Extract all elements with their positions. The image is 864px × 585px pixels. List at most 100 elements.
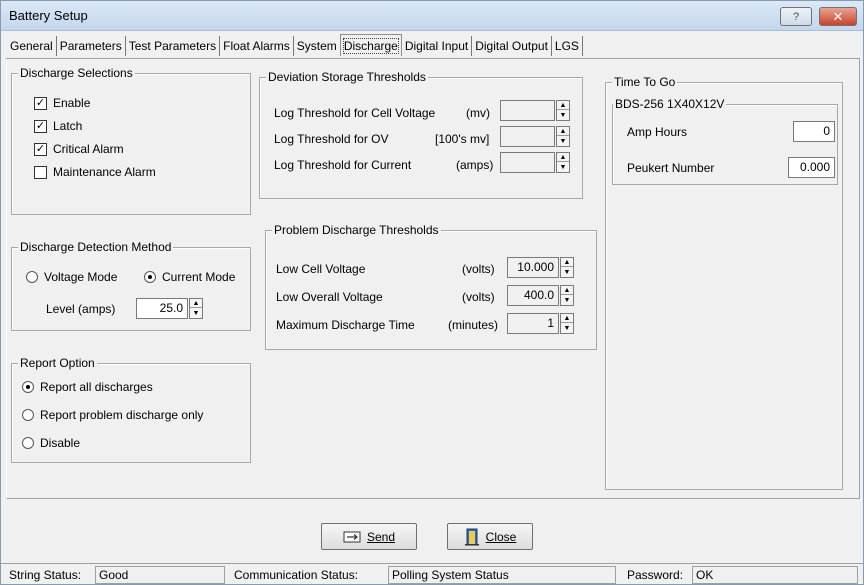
current-mode-radio-circle xyxy=(144,271,156,283)
critical-alarm-checkbox[interactable]: ✓ Critical Alarm xyxy=(34,142,124,156)
string-status-value: Good xyxy=(95,566,225,584)
spin-down-icon[interactable]: ▼ xyxy=(557,163,569,172)
status-bar: String Status: Good Communication Status… xyxy=(1,563,863,584)
ov-threshold-spinner[interactable]: ▲ ▼ xyxy=(556,126,570,147)
string-status-label: String Status: xyxy=(9,568,82,582)
report-option-group: Report Option Report all discharges Repo… xyxy=(11,356,251,463)
ov-threshold-input[interactable] xyxy=(500,126,555,147)
spin-down-icon[interactable]: ▼ xyxy=(190,309,202,318)
help-button[interactable]: ? xyxy=(780,7,812,26)
tab-digital-input[interactable]: Digital Input xyxy=(402,36,473,56)
current-threshold-label: Log Threshold for Current xyxy=(274,158,412,172)
spin-down-icon[interactable]: ▼ xyxy=(557,137,569,146)
deviation-thresholds-group: Deviation Storage Thresholds Log Thresho… xyxy=(259,70,583,199)
window-title: Battery Setup xyxy=(9,8,88,23)
title-bar: Battery Setup ? ✕ xyxy=(1,1,863,31)
communication-status-value: Polling System Status xyxy=(388,566,616,584)
spin-down-icon[interactable]: ▼ xyxy=(561,324,573,333)
current-threshold-input[interactable] xyxy=(500,152,555,173)
voltage-mode-radio[interactable]: Voltage Mode xyxy=(26,270,117,284)
low-overall-voltage-label: Low Overall Voltage xyxy=(276,290,383,304)
low-cell-voltage-label: Low Cell Voltage xyxy=(276,262,366,276)
tab-lgs[interactable]: LGS xyxy=(552,36,583,56)
tab-digital-output[interactable]: Digital Output xyxy=(472,36,552,56)
maintenance-alarm-checkbox[interactable]: Maintenance Alarm xyxy=(34,165,156,179)
cell-voltage-threshold-unit: (mv) xyxy=(466,106,490,120)
low-cell-voltage-input[interactable]: 10.000 xyxy=(507,257,559,278)
critical-alarm-check-mark: ✓ xyxy=(34,142,47,156)
tab-test-parameters[interactable]: Test Parameters xyxy=(126,36,221,56)
detection-method-group: Discharge Detection Method Voltage Mode … xyxy=(11,240,251,331)
tab-general[interactable]: General xyxy=(7,36,57,56)
enable-label: Enable xyxy=(53,96,91,110)
spin-up-icon[interactable]: ▲ xyxy=(561,258,573,267)
spin-up-icon[interactable]: ▲ xyxy=(557,101,569,110)
tab-float-alarms[interactable]: Float Alarms xyxy=(220,36,294,56)
spin-up-icon[interactable]: ▲ xyxy=(190,299,202,308)
report-all-radio[interactable]: Report all discharges xyxy=(22,380,153,394)
report-problem-only-radio-circle xyxy=(22,409,34,421)
voltage-mode-radio-circle xyxy=(26,271,38,283)
spin-up-icon[interactable]: ▲ xyxy=(557,127,569,136)
report-option-title: Report Option xyxy=(18,356,97,370)
tab-discharge[interactable]: Discharge xyxy=(339,34,402,56)
level-spinner[interactable]: ▲ ▼ xyxy=(189,298,203,319)
battery-string-title: BDS-256 1X40X12V xyxy=(613,97,727,111)
spin-down-icon[interactable]: ▼ xyxy=(561,296,573,305)
spin-down-icon[interactable]: ▼ xyxy=(561,268,573,277)
discharge-selections-group: Discharge Selections ✓ Enable ✓ Latch ✓ … xyxy=(11,66,251,215)
spin-up-icon[interactable]: ▲ xyxy=(561,286,573,295)
low-overall-voltage-input[interactable]: 400.0 xyxy=(507,285,559,306)
latch-check-mark: ✓ xyxy=(34,119,47,133)
low-cell-voltage-unit: (volts) xyxy=(462,262,495,276)
send-icon xyxy=(343,531,361,542)
current-mode-label: Current Mode xyxy=(162,270,236,284)
report-all-label: Report all discharges xyxy=(40,380,153,394)
enable-checkbox[interactable]: ✓ Enable xyxy=(34,96,90,110)
discharge-selections-title: Discharge Selections xyxy=(18,66,135,80)
latch-label: Latch xyxy=(53,119,83,133)
communication-status-label: Communication Status: xyxy=(234,568,359,582)
tab-parameters[interactable]: Parameters xyxy=(57,36,126,56)
low-overall-voltage-spinner[interactable]: ▲ ▼ xyxy=(560,285,574,306)
problem-thresholds-group: Problem Discharge Thresholds Low Cell Vo… xyxy=(265,223,597,350)
spin-down-icon[interactable]: ▼ xyxy=(557,111,569,120)
low-overall-voltage-unit: (volts) xyxy=(462,290,495,304)
current-threshold-spinner[interactable]: ▲ ▼ xyxy=(556,152,570,173)
maintenance-alarm-label: Maintenance Alarm xyxy=(53,165,156,179)
report-problem-only-label: Report problem discharge only xyxy=(40,408,204,422)
max-discharge-time-unit: (minutes) xyxy=(448,318,499,332)
time-to-go-group: Time To Go BDS-256 1X40X12V Amp Hours 0 … xyxy=(605,75,843,490)
report-disable-radio[interactable]: Disable xyxy=(22,436,80,450)
send-label: Send xyxy=(366,529,396,544)
report-disable-radio-circle xyxy=(22,437,34,449)
door-icon xyxy=(464,528,479,545)
level-input[interactable]: 25.0 xyxy=(136,298,188,319)
deviation-thresholds-title: Deviation Storage Thresholds xyxy=(266,70,428,84)
spin-up-icon[interactable]: ▲ xyxy=(561,314,573,323)
close-button[interactable]: Close xyxy=(447,523,533,550)
maintenance-alarm-check-mark xyxy=(34,165,47,179)
cell-voltage-threshold-spinner[interactable]: ▲ ▼ xyxy=(556,100,570,121)
close-window-button[interactable]: ✕ xyxy=(819,7,857,26)
tab-system[interactable]: System xyxy=(294,36,340,56)
send-button[interactable]: Send xyxy=(321,523,417,550)
critical-alarm-label: Critical Alarm xyxy=(53,142,124,156)
peukert-number-input[interactable]: 0.000 xyxy=(788,157,835,178)
password-label: Password: xyxy=(627,568,684,582)
cell-voltage-threshold-label: Log Threshold for Cell Voltage xyxy=(274,106,436,120)
max-discharge-time-input[interactable]: 1 xyxy=(507,313,559,334)
latch-checkbox[interactable]: ✓ Latch xyxy=(34,119,82,133)
spin-up-icon[interactable]: ▲ xyxy=(557,153,569,162)
battery-string-group: BDS-256 1X40X12V Amp Hours 0 Peukert Num… xyxy=(612,97,838,185)
low-cell-voltage-spinner[interactable]: ▲ ▼ xyxy=(560,257,574,278)
max-discharge-time-spinner[interactable]: ▲ ▼ xyxy=(560,313,574,334)
tab-strip: General Parameters Test Parameters Float… xyxy=(7,34,583,58)
amp-hours-input[interactable]: 0 xyxy=(793,121,835,142)
close-label: Close xyxy=(485,529,517,544)
cell-voltage-threshold-input[interactable] xyxy=(500,100,555,121)
current-mode-radio[interactable]: Current Mode xyxy=(144,270,235,284)
report-problem-only-radio[interactable]: Report problem discharge only xyxy=(22,408,203,422)
ov-threshold-label: Log Threshold for OV xyxy=(274,132,389,146)
battery-setup-window: Battery Setup ? ✕ General Parameters Tes… xyxy=(0,0,864,585)
